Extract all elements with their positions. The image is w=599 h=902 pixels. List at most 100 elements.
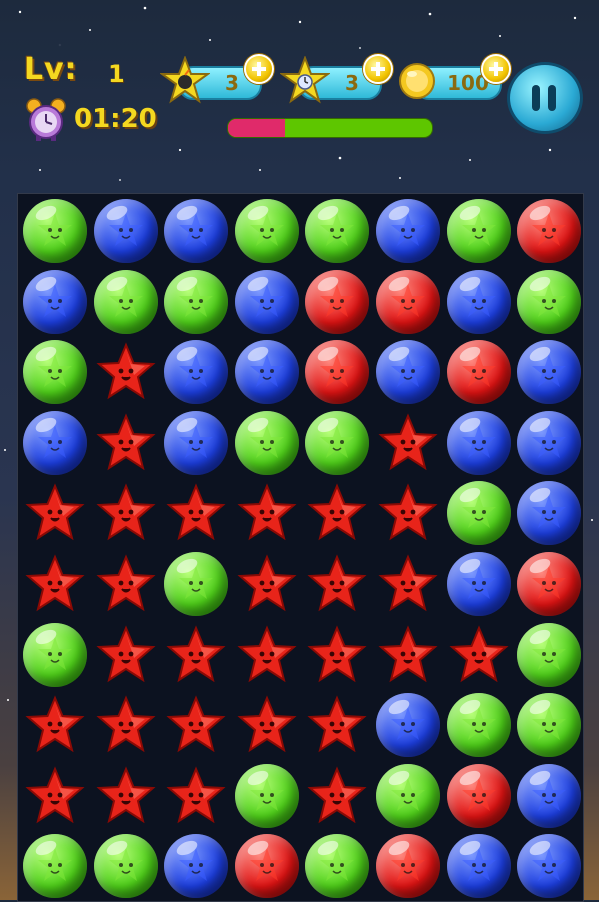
red-gem[interactable] — [444, 337, 514, 407]
red-star[interactable] — [444, 620, 514, 690]
blue-gem[interactable] — [161, 831, 231, 901]
red-star[interactable] — [161, 761, 231, 831]
blue-gem[interactable] — [444, 831, 514, 901]
blue-gem[interactable] — [232, 337, 302, 407]
blue-gem[interactable] — [514, 831, 584, 901]
green-gem[interactable] — [514, 690, 584, 760]
red-gem[interactable] — [302, 337, 372, 407]
gem-ball — [305, 269, 370, 334]
blue-gem[interactable] — [514, 337, 584, 407]
green-gem[interactable] — [91, 831, 161, 901]
green-gem[interactable] — [232, 196, 302, 266]
red-star[interactable] — [20, 478, 90, 548]
green-gem[interactable] — [444, 690, 514, 760]
green-gem[interactable] — [20, 620, 90, 690]
green-gem[interactable] — [302, 196, 372, 266]
red-star[interactable] — [91, 478, 161, 548]
green-gem[interactable] — [373, 761, 443, 831]
green-gem[interactable] — [444, 196, 514, 266]
red-star[interactable] — [232, 549, 302, 619]
red-star[interactable] — [373, 549, 443, 619]
star-icon — [96, 413, 156, 473]
star-icon — [307, 766, 367, 826]
blue-gem[interactable] — [373, 196, 443, 266]
pause-button[interactable] — [507, 62, 583, 134]
blue-gem[interactable] — [514, 408, 584, 478]
blue-gem[interactable] — [444, 549, 514, 619]
blue-gem[interactable] — [514, 761, 584, 831]
red-star[interactable] — [91, 761, 161, 831]
buy-bomb-star-button[interactable] — [244, 54, 274, 84]
star-icon — [237, 483, 297, 543]
red-star[interactable] — [373, 620, 443, 690]
green-gem[interactable] — [444, 478, 514, 548]
red-star[interactable] — [302, 549, 372, 619]
red-star[interactable] — [20, 761, 90, 831]
blue-gem[interactable] — [514, 478, 584, 548]
red-star[interactable] — [232, 620, 302, 690]
red-star[interactable] — [91, 549, 161, 619]
blue-gem[interactable] — [373, 337, 443, 407]
red-star[interactable] — [373, 408, 443, 478]
green-gem[interactable] — [514, 620, 584, 690]
red-star[interactable] — [91, 337, 161, 407]
green-gem[interactable] — [302, 408, 372, 478]
red-gem[interactable] — [373, 831, 443, 901]
red-gem[interactable] — [444, 761, 514, 831]
green-gem[interactable] — [232, 761, 302, 831]
red-gem[interactable] — [302, 267, 372, 337]
blue-gem[interactable] — [161, 408, 231, 478]
blue-gem[interactable] — [444, 267, 514, 337]
star-icon — [96, 342, 156, 402]
green-gem[interactable] — [161, 549, 231, 619]
buy-coins-button[interactable] — [481, 54, 511, 84]
red-star[interactable] — [91, 690, 161, 760]
red-star[interactable] — [161, 478, 231, 548]
star-icon — [307, 483, 367, 543]
red-star[interactable] — [161, 690, 231, 760]
gem-ball — [305, 410, 370, 475]
red-star[interactable] — [302, 761, 372, 831]
red-star[interactable] — [161, 620, 231, 690]
red-star[interactable] — [232, 690, 302, 760]
buy-clock-star-button[interactable] — [363, 54, 393, 84]
gem-ball — [23, 269, 87, 334]
red-star[interactable] — [232, 478, 302, 548]
green-gem[interactable] — [232, 408, 302, 478]
red-star[interactable] — [20, 549, 90, 619]
red-star[interactable] — [91, 408, 161, 478]
green-gem[interactable] — [20, 831, 90, 901]
red-star[interactable] — [302, 478, 372, 548]
blue-gem[interactable] — [161, 337, 231, 407]
red-star[interactable] — [302, 690, 372, 760]
gem-ball — [23, 340, 87, 405]
gem-ball — [164, 552, 229, 616]
blue-gem[interactable] — [20, 267, 90, 337]
blue-gem[interactable] — [91, 196, 161, 266]
green-gem[interactable] — [20, 196, 90, 266]
red-gem[interactable] — [373, 267, 443, 337]
blue-gem[interactable] — [444, 408, 514, 478]
blue-gem[interactable] — [20, 408, 90, 478]
red-gem[interactable] — [514, 196, 584, 266]
green-gem[interactable] — [302, 831, 372, 901]
blue-gem[interactable] — [232, 267, 302, 337]
blue-gem[interactable] — [373, 690, 443, 760]
blue-gem[interactable] — [161, 196, 231, 266]
gem-ball — [164, 340, 229, 405]
red-star[interactable] — [91, 620, 161, 690]
gem-ball — [517, 834, 582, 899]
green-gem[interactable] — [91, 267, 161, 337]
gem-ball — [234, 410, 299, 475]
gem-ball — [164, 410, 229, 475]
green-gem[interactable] — [20, 337, 90, 407]
red-gem[interactable] — [232, 831, 302, 901]
red-star[interactable] — [302, 620, 372, 690]
gem-ball — [93, 199, 158, 263]
red-star[interactable] — [20, 690, 90, 760]
red-gem[interactable] — [514, 549, 584, 619]
green-gem[interactable] — [514, 267, 584, 337]
coin-count: 100 — [447, 71, 489, 95]
red-star[interactable] — [373, 478, 443, 548]
green-gem[interactable] — [161, 267, 231, 337]
